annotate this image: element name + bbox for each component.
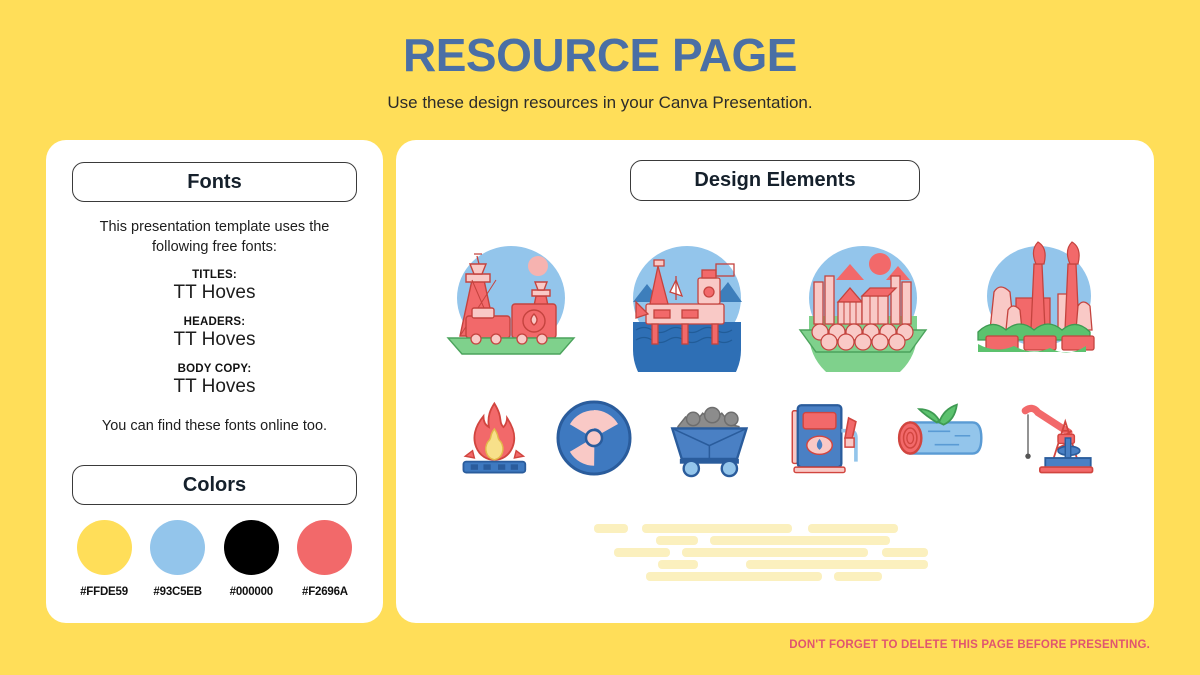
icon-row (458, 398, 1098, 478)
fonts-heading-label: Fonts (187, 170, 242, 193)
font-group-body-copy-label: BODY COPY: (177, 363, 252, 375)
fonts-intro-text: This presentation template uses the foll… (99, 219, 330, 255)
fonts-heading-pill: Fonts (72, 162, 357, 202)
colors-heading-label: Colors (182, 473, 247, 496)
mining-train-scene (446, 246, 576, 355)
fuel-pump-icon (791, 404, 858, 474)
circle-illustration-row (436, 240, 1114, 372)
design-elements-card: Design Elements (396, 140, 1154, 623)
black-swatch-hex: #000000 (229, 586, 274, 598)
font-group-body-copy: BODY COPY: TT Hoves (72, 363, 357, 398)
offshore-oil-rig-scene (633, 246, 742, 372)
yellow-swatch (76, 520, 132, 575)
color-swatch-item: #FFDE59 (72, 520, 136, 598)
cloud-dashes-decoration (594, 524, 928, 581)
font-group-titles-value: TT Hoves (173, 282, 256, 303)
biomass-log-icon (898, 403, 983, 455)
font-group-body-copy-value: TT Hoves (173, 376, 256, 397)
coal-cart-icon (670, 406, 749, 478)
page-title: RESOURCE PAGE (403, 29, 797, 81)
radioactive-icon (556, 400, 632, 476)
timber-logging-scene (798, 246, 928, 372)
design-elements-heading-pill: Design Elements (630, 160, 920, 201)
font-group-titles: TITLES: TT Hoves (72, 269, 357, 304)
red-swatch-hex: #F2696A (302, 586, 348, 598)
gas-flame-icon (462, 401, 527, 474)
color-swatch-item: #93C5EB (146, 520, 210, 598)
red-swatch (297, 520, 353, 575)
blue-swatch-hex: #93C5EB (153, 586, 202, 598)
fonts-and-colors-card: Fonts This presentation template uses th… (46, 140, 383, 623)
delete-page-warning: DON'T FORGET TO DELETE THIS PAGE BEFORE … (789, 639, 1150, 651)
colors-heading-pill: Colors (72, 465, 357, 505)
color-swatch-item: #F2696A (293, 520, 357, 598)
font-group-headers: HEADERS: TT Hoves (72, 316, 357, 351)
font-group-headers-value: TT Hoves (173, 329, 256, 350)
color-swatch-item: #000000 (219, 520, 283, 598)
fonts-outro-text: You can find these fonts online too. (101, 418, 328, 434)
font-group-headers-label: HEADERS: (183, 316, 246, 328)
blue-swatch (150, 520, 206, 575)
oil-pumpjack-icon (1021, 404, 1094, 474)
power-plant-scene (977, 241, 1095, 353)
font-group-titles-label: TITLES: (192, 269, 237, 281)
yellow-swatch-hex: #FFDE59 (80, 586, 128, 598)
black-swatch (223, 520, 279, 575)
design-elements-heading-label: Design Elements (694, 169, 856, 191)
page-subtitle: Use these design resources in your Canva… (387, 93, 813, 112)
color-swatch-row: #FFDE59 #93C5EB #000000 #F2696A (72, 520, 357, 598)
